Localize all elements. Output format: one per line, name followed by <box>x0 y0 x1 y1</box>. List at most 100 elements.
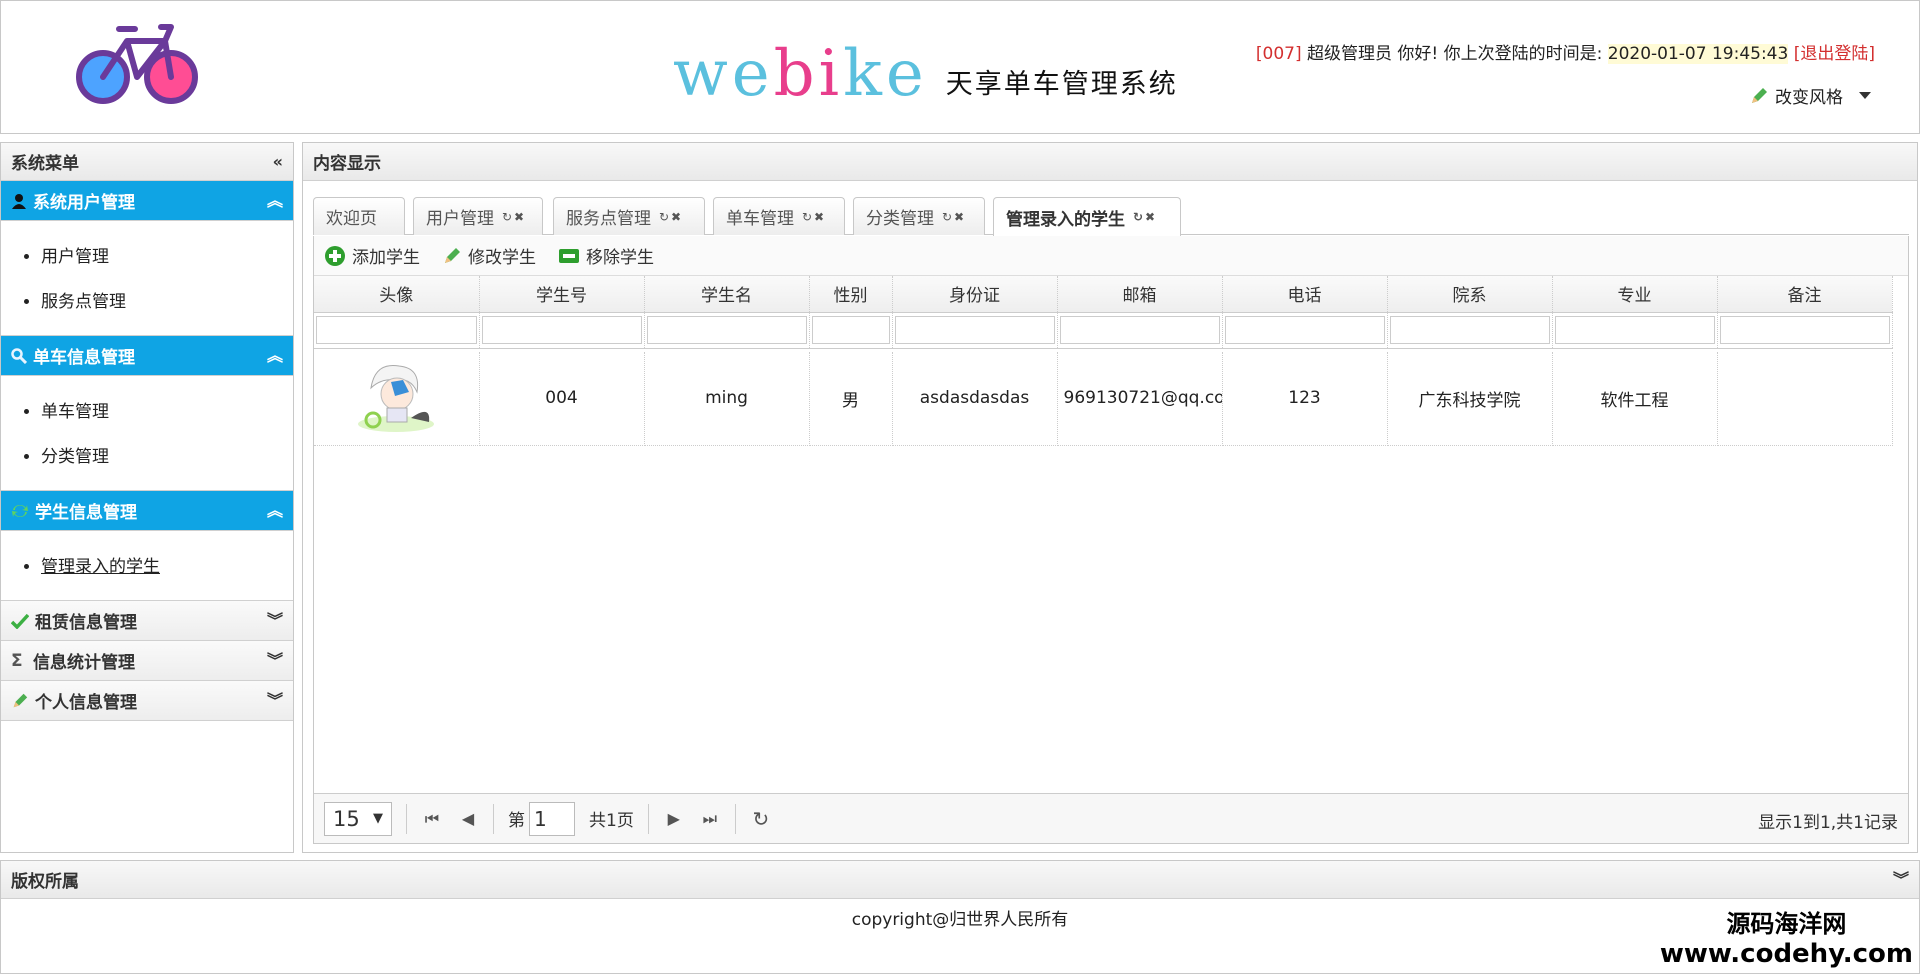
sidebar-group-rental[interactable]: 租赁信息管理 ︾ <box>1 601 293 641</box>
tab-refresh-close-icon[interactable]: ↻✖ <box>659 210 683 224</box>
page-size-select[interactable]: 15 ▼ <box>324 801 392 836</box>
column-header[interactable]: 性别 <box>809 276 893 313</box>
table-row[interactable]: 004 ming 男 asdasdasdas 969130721@qq.com … <box>314 352 1893 446</box>
column-header[interactable]: 学生号 <box>479 276 645 313</box>
filter-input[interactable] <box>1389 316 1550 344</box>
filter-input[interactable] <box>1554 316 1715 344</box>
watermark-line-2: www.codehy.com <box>1659 939 1913 969</box>
pencil-icon <box>445 247 460 263</box>
sidebar-item-category-manage[interactable]: 分类管理 <box>41 435 293 480</box>
column-header[interactable]: 专业 <box>1552 276 1718 313</box>
column-header[interactable]: 头像 <box>314 276 480 313</box>
last-login-time: 2020-01-07 19:45:43 <box>1607 44 1789 64</box>
sidebar-group-title: 个人信息管理 <box>35 693 137 713</box>
logout-link[interactable]: [退出登陆] <box>1794 44 1875 64</box>
next-page-icon[interactable]: ▶ <box>663 809 685 828</box>
tab-label: 分类管理 <box>866 209 934 229</box>
brand-subtitle: 天享单车管理系统 <box>945 69 1178 100</box>
sidebar-item-label: 用户管理 <box>41 247 109 267</box>
chevron-down-icon[interactable]: ︾ <box>1893 871 1909 887</box>
column-header[interactable]: 邮箱 <box>1057 276 1223 313</box>
sidebar-group-student[interactable]: 学生信息管理 ︽ <box>1 491 293 531</box>
sidebar-item-bike-manage[interactable]: 单车管理 <box>41 390 293 435</box>
tab-welcome[interactable]: 欢迎页 <box>313 197 405 235</box>
sidebar-item-label: 服务点管理 <box>41 292 126 312</box>
filter-input[interactable] <box>1059 316 1220 344</box>
prev-page-icon[interactable]: ◀ <box>457 809 479 828</box>
chevron-down-icon[interactable]: ︾ <box>267 612 283 628</box>
filter-input[interactable] <box>811 316 890 344</box>
avatar <box>358 364 435 432</box>
tab-refresh-close-icon[interactable]: ↻✖ <box>942 210 966 224</box>
sidebar-title: 系统菜单 <box>11 154 79 174</box>
add-student-label: 添加学生 <box>352 248 420 268</box>
sidebar-group-title: 系统用户管理 <box>33 193 135 213</box>
tab-strip: 欢迎页 用户管理 ↻✖ 服务点管理 ↻✖ 单车管理 ↻✖ 分类管理 ↻✖ 管理录入的学生… <box>313 193 1909 236</box>
student-table: 头像 学生号 学生名 性别 身份证 邮箱 电话 院系 专业 备注 004 min… <box>314 276 1893 446</box>
sidebar-header: 系统菜单 « <box>1 143 293 181</box>
user-id: [007] <box>1255 44 1302 64</box>
page-total: 共1页 <box>589 811 634 831</box>
watermark: 源码海洋网 www.codehy.com <box>1660 904 1913 969</box>
change-style-label: 改变风格 <box>1775 88 1843 108</box>
sidebar-group-user-items: 用户管理 服务点管理 <box>1 221 293 336</box>
tab-category-manage[interactable]: 分类管理 ↻✖ <box>853 197 985 235</box>
sidebar-group-personal[interactable]: 个人信息管理 ︾ <box>1 681 293 721</box>
tab-refresh-close-icon[interactable]: ↻✖ <box>1133 210 1157 224</box>
change-style-button[interactable]: 改变风格 <box>1749 83 1871 108</box>
sidebar-group-title: 信息统计管理 <box>33 653 135 673</box>
chevron-up-icon[interactable]: ︽ <box>267 347 283 363</box>
chevron-up-icon[interactable]: ︽ <box>267 192 283 208</box>
column-header[interactable]: 学生名 <box>644 276 810 313</box>
tab-user-manage[interactable]: 用户管理 ↻✖ <box>413 197 543 235</box>
filter-input[interactable] <box>646 316 807 344</box>
filter-input[interactable] <box>1224 316 1385 344</box>
pager-separator <box>734 803 736 834</box>
sidebar-group-stats[interactable]: Σ 信息统计管理 ︾ <box>1 641 293 681</box>
tab-service-point[interactable]: 服务点管理 ↻✖ <box>553 197 705 235</box>
tab-refresh-close-icon[interactable]: ↻✖ <box>502 210 526 224</box>
reload-icon[interactable]: ↻ <box>750 807 772 831</box>
edit-student-button[interactable]: 修改学生 <box>442 243 536 268</box>
content-panel: 内容显示 欢迎页 用户管理 ↻✖ 服务点管理 ↻✖ 单车管理 ↻✖ 分类管理 ↻✖ 管理… <box>302 142 1918 853</box>
column-header[interactable]: 身份证 <box>892 276 1058 313</box>
chevron-up-icon[interactable]: ︽ <box>267 502 283 518</box>
sidebar-item-user-manage[interactable]: 用户管理 <box>41 235 293 280</box>
sidebar-item-managed-students[interactable]: 管理录入的学生 <box>41 545 293 590</box>
bike-logo-icon <box>76 24 198 104</box>
column-header[interactable]: 院系 <box>1387 276 1553 313</box>
tab-refresh-close-icon[interactable]: ↻✖ <box>802 210 826 224</box>
page-number-input[interactable]: 1 <box>529 801 575 836</box>
filter-input[interactable] <box>1719 316 1890 344</box>
tab-label: 服务点管理 <box>566 209 651 229</box>
sidebar-item-service-point[interactable]: 服务点管理 <box>41 280 293 325</box>
filter-input[interactable] <box>481 316 642 344</box>
sidebar-item-label: 管理录入的学生 <box>41 557 160 577</box>
remove-student-button[interactable]: 移除学生 <box>558 243 654 268</box>
filter-input[interactable] <box>316 316 477 344</box>
brand-word: webike <box>673 37 928 111</box>
sidebar-group-bike[interactable]: 单车信息管理 ︽ <box>1 336 293 376</box>
chevron-down-icon[interactable]: ︾ <box>267 652 283 668</box>
chevron-down-icon[interactable]: ︾ <box>267 692 283 708</box>
tab-label: 欢迎页 <box>326 209 377 229</box>
add-student-button[interactable]: 添加学生 <box>324 243 420 268</box>
sidebar-item-label: 分类管理 <box>41 447 109 467</box>
column-header[interactable]: 电话 <box>1222 276 1388 313</box>
page-size-value: 15 <box>333 806 360 831</box>
student-no-cell: 004 <box>479 352 645 446</box>
filter-input[interactable] <box>894 316 1055 344</box>
tab-managed-students[interactable]: 管理录入的学生 ↻✖ <box>993 197 1181 236</box>
watermark-line-1: 源码海洋网 <box>1726 910 1847 938</box>
sidebar-group-bike-items: 单车管理 分类管理 <box>1 376 293 491</box>
sidebar-group-user[interactable]: 系统用户管理 ︽ <box>1 181 293 221</box>
sigma-icon: Σ <box>11 650 23 671</box>
caret-down-icon <box>1859 92 1871 99</box>
first-page-icon[interactable]: ⏮ <box>421 809 443 829</box>
filter-row <box>314 312 1893 349</box>
collapse-left-icon[interactable]: « <box>273 153 283 169</box>
last-page-icon[interactable]: ⏭ <box>699 809 721 829</box>
pager-separator <box>647 803 649 834</box>
column-header[interactable]: 备注 <box>1717 276 1893 313</box>
tab-bike-manage[interactable]: 单车管理 ↻✖ <box>713 197 845 235</box>
